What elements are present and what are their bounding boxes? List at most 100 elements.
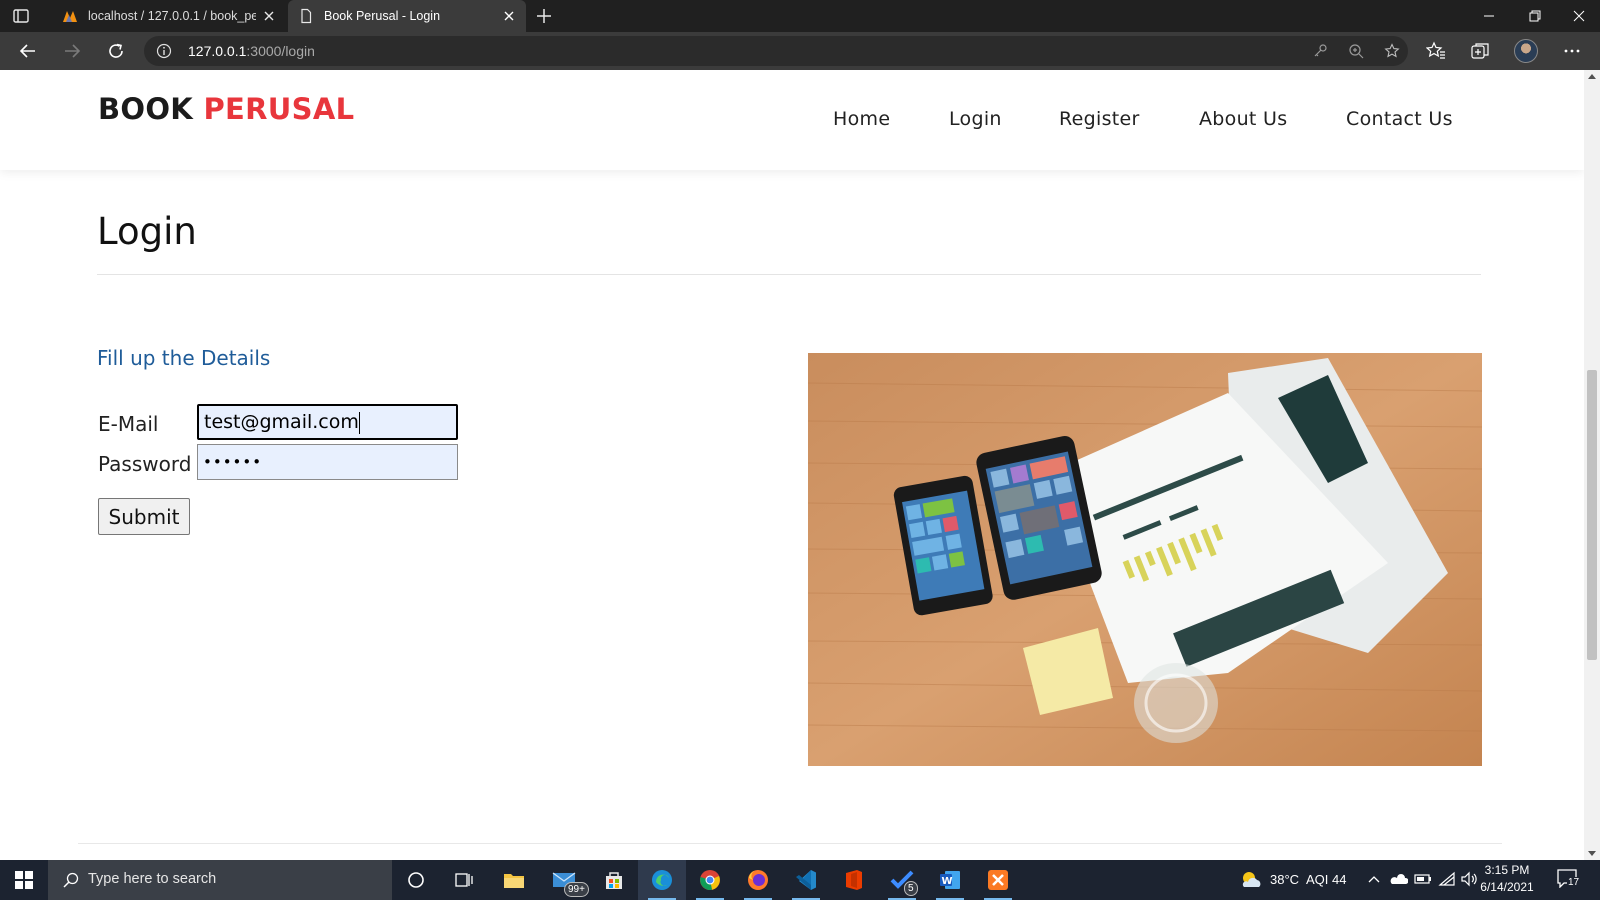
cortana-icon xyxy=(408,872,424,888)
browser-toolbar: 127.0.0.1:3000/login xyxy=(0,32,1600,70)
search-placeholder: Type here to search xyxy=(88,871,217,887)
nav-contact-us[interactable]: Contact Us xyxy=(1346,108,1453,130)
site-header: BOOK PERUSAL Home Login Register About U… xyxy=(0,70,1584,170)
form-heading: Fill up the Details xyxy=(97,346,271,370)
browser-tab-phpmyadmin[interactable]: localhost / 127.0.0.1 / book_peru xyxy=(52,0,286,32)
close-tab-icon[interactable] xyxy=(502,9,516,23)
battery-icon[interactable] xyxy=(1414,873,1432,885)
chrome-button[interactable] xyxy=(686,860,734,900)
close-tab-icon[interactable] xyxy=(262,9,276,23)
weather-temp[interactable]: 38°C xyxy=(1270,872,1299,887)
aqi-text[interactable]: AQI 44 xyxy=(1306,872,1346,887)
mail-button[interactable]: 99+ xyxy=(540,860,589,900)
todo-button[interactable]: 5 xyxy=(878,860,926,900)
forward-icon[interactable] xyxy=(62,41,82,61)
favorites-icon[interactable] xyxy=(1426,41,1446,61)
browser-tab-login[interactable]: Book Perusal - Login xyxy=(288,0,526,32)
scroll-up-icon[interactable] xyxy=(1588,74,1596,79)
office-icon xyxy=(846,870,862,890)
brand-word-book: BOOK xyxy=(98,92,194,126)
footer-divider xyxy=(78,843,1502,844)
windows-logo-icon xyxy=(15,871,33,889)
office-button[interactable] xyxy=(830,860,878,900)
word-icon: W xyxy=(940,871,960,889)
email-field[interactable]: test@gmail.com xyxy=(197,404,458,440)
url-host: 127.0.0.1 xyxy=(188,43,247,59)
back-icon[interactable] xyxy=(18,41,38,61)
site-info-icon[interactable] xyxy=(156,43,172,59)
close-window-button[interactable] xyxy=(1556,0,1600,32)
url-text[interactable]: 127.0.0.1:3000/login xyxy=(188,43,315,59)
close-icon xyxy=(1573,10,1585,22)
file-explorer-button[interactable] xyxy=(490,860,538,900)
store-button[interactable] xyxy=(590,860,638,900)
task-view-button[interactable] xyxy=(440,860,488,900)
password-label: Password xyxy=(98,452,192,476)
firefox-icon xyxy=(748,869,768,890)
notification-count: 17 xyxy=(1567,877,1581,888)
task-view-icon xyxy=(455,873,473,887)
word-button[interactable]: W xyxy=(926,860,974,900)
clock-date: 6/14/2021 xyxy=(1480,880,1534,894)
weather-icon[interactable] xyxy=(1240,870,1262,890)
taskbar-search[interactable]: Type here to search xyxy=(48,860,392,900)
site-logo[interactable]: BOOK PERUSAL xyxy=(98,92,354,126)
refresh-icon[interactable] xyxy=(106,41,126,61)
new-tab-icon[interactable] xyxy=(534,6,554,26)
wifi-icon[interactable] xyxy=(1438,871,1456,887)
windows-taskbar: Type here to search 99+ 5 W 38°C AQI 44 … xyxy=(0,860,1600,900)
web-page: BOOK PERUSAL Home Login Register About U… xyxy=(0,70,1584,860)
cortana-button[interactable] xyxy=(392,860,440,900)
edge-icon xyxy=(652,870,672,890)
scroll-down-icon[interactable] xyxy=(1588,851,1596,856)
address-bar[interactable]: 127.0.0.1:3000/login xyxy=(144,36,1408,66)
nav-home[interactable]: Home xyxy=(833,108,890,130)
text-cursor xyxy=(358,411,360,434)
scroll-thumb[interactable] xyxy=(1587,370,1597,660)
system-clock[interactable]: 3:15 PM 6/14/2021 xyxy=(1474,862,1540,896)
password-field[interactable]: •••••• xyxy=(197,444,458,480)
add-favorite-icon[interactable] xyxy=(1384,43,1400,59)
firefox-button[interactable] xyxy=(734,860,782,900)
restore-icon xyxy=(1529,10,1541,22)
page-title: Login xyxy=(97,210,197,253)
nav-login[interactable]: Login xyxy=(949,108,1002,130)
email-value: test@gmail.com xyxy=(204,411,359,433)
clock-time: 3:15 PM xyxy=(1484,863,1530,877)
page-scrollbar[interactable] xyxy=(1584,70,1600,860)
nav-about-us[interactable]: About Us xyxy=(1199,108,1287,130)
xampp-icon xyxy=(988,870,1008,890)
chrome-icon xyxy=(700,870,720,890)
onedrive-icon[interactable] xyxy=(1390,873,1408,885)
title-divider xyxy=(97,274,1481,275)
folder-icon xyxy=(504,874,524,888)
mail-badge: 99+ xyxy=(564,882,589,897)
url-path: :3000/login xyxy=(246,43,315,59)
edge-button[interactable] xyxy=(638,860,686,900)
vscode-icon xyxy=(796,870,816,890)
brand-word-perusal: PERUSAL xyxy=(203,92,355,126)
phpmyadmin-icon xyxy=(63,11,77,22)
page-icon xyxy=(301,8,312,24)
xampp-button[interactable] xyxy=(974,860,1022,900)
zoom-icon[interactable] xyxy=(1348,43,1364,59)
tab-title: localhost / 127.0.0.1 / book_peru xyxy=(88,9,256,23)
chevron-up-icon[interactable] xyxy=(1368,874,1380,884)
notification-center-button[interactable]: 17 xyxy=(1556,868,1582,892)
todo-badge: 5 xyxy=(904,881,918,896)
submit-button[interactable]: Submit xyxy=(98,498,190,535)
password-key-icon[interactable] xyxy=(1312,43,1328,59)
nav-register[interactable]: Register xyxy=(1059,108,1140,130)
collections-icon[interactable] xyxy=(1470,41,1490,61)
password-value: •••••• xyxy=(203,453,263,471)
svg-text:W: W xyxy=(942,876,953,887)
vscode-button[interactable] xyxy=(782,860,830,900)
profile-avatar[interactable] xyxy=(1514,39,1538,63)
more-options-icon[interactable] xyxy=(1562,41,1582,61)
restore-button[interactable] xyxy=(1512,0,1558,32)
start-button[interactable] xyxy=(0,860,48,900)
tab-actions-icon[interactable] xyxy=(12,7,30,25)
store-icon xyxy=(606,872,622,889)
minimize-button[interactable] xyxy=(1466,0,1512,32)
hero-photo xyxy=(808,353,1482,766)
